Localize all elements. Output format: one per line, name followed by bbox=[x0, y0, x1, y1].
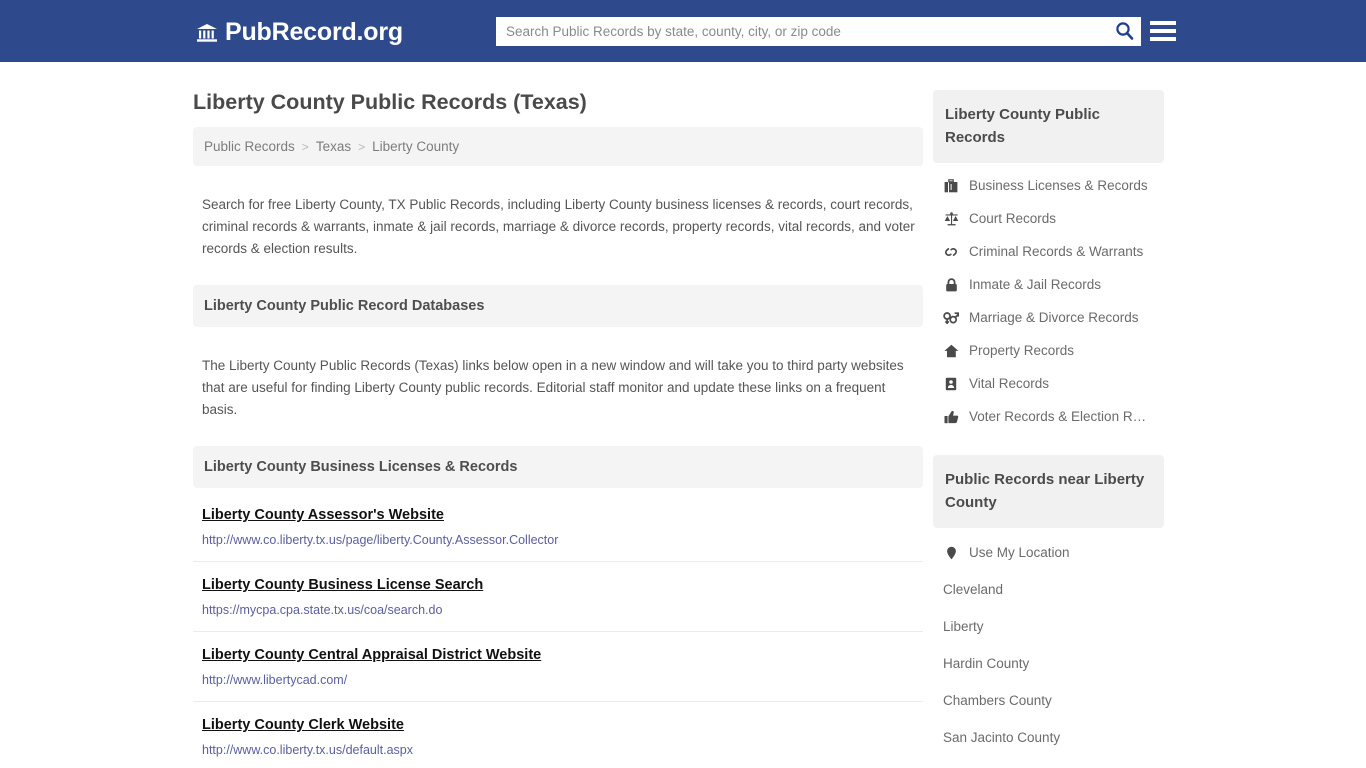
search-button[interactable] bbox=[1107, 18, 1141, 45]
list-item[interactable]: Liberty County Assessor's Website http:/… bbox=[193, 492, 923, 562]
sidebar-item-marriage-divorce[interactable]: Marriage & Divorce Records bbox=[933, 301, 1164, 334]
site-logo-link[interactable]: PubRecord.org bbox=[196, 18, 403, 47]
sidebar-item-label: Marriage & Divorce Records bbox=[969, 310, 1139, 325]
sidebar-item-label: Property Records bbox=[969, 343, 1075, 358]
thumbs-up-icon bbox=[943, 410, 959, 424]
sidebar-item-chambers-county[interactable]: Chambers County bbox=[933, 682, 1164, 719]
record-link-url: https://mycpa.cpa.state.tx.us/coa/search… bbox=[202, 603, 443, 617]
sidebar-records-box: Liberty County Public Records Business L… bbox=[933, 90, 1164, 433]
list-item[interactable]: Liberty County Clerk Website http://www.… bbox=[193, 702, 923, 768]
home-icon bbox=[943, 344, 959, 358]
sidebar-item-label: Liberty bbox=[943, 619, 984, 634]
briefcase-icon bbox=[943, 178, 959, 193]
sidebar-records-list: Business Licenses & Records Court Record… bbox=[933, 163, 1164, 433]
id-card-icon bbox=[943, 377, 959, 391]
site-header: PubRecord.org bbox=[0, 0, 1366, 62]
menu-bar-3 bbox=[1150, 37, 1176, 41]
list-item[interactable]: Liberty County Business License Search h… bbox=[193, 562, 923, 632]
site-logo-text: PubRecord.org bbox=[225, 18, 403, 46]
link-chain-icon bbox=[943, 245, 959, 259]
sidebar-item-cleveland[interactable]: Cleveland bbox=[933, 571, 1164, 608]
menu-bar-1 bbox=[1150, 21, 1176, 25]
venus-mars-icon bbox=[943, 311, 959, 325]
record-link-url: http://www.libertycad.com/ bbox=[202, 673, 348, 687]
sidebar-item-label: Inmate & Jail Records bbox=[969, 277, 1102, 292]
search-icon bbox=[1115, 21, 1134, 43]
sidebar-item-liberty[interactable]: Liberty bbox=[933, 608, 1164, 645]
sidebar-item-san-jacinto-county[interactable]: San Jacinto County bbox=[933, 719, 1164, 756]
sidebar-item-label: Business Licenses & Records bbox=[969, 178, 1148, 193]
record-link-title[interactable]: Liberty County Assessor's Website bbox=[202, 507, 444, 523]
list-item[interactable]: Liberty County Central Appraisal Distric… bbox=[193, 632, 923, 702]
page-body: Liberty County Public Records (Texas) Pu… bbox=[0, 62, 1366, 768]
sidebar-item-property-records[interactable]: Property Records bbox=[933, 334, 1164, 367]
map-pin-icon bbox=[943, 546, 959, 560]
intro-paragraph: Search for free Liberty County, TX Publi… bbox=[202, 196, 915, 256]
sidebar-item-criminal-records[interactable]: Criminal Records & Warrants bbox=[933, 235, 1164, 268]
lock-icon bbox=[943, 277, 959, 292]
sidebar-item-hardin-county[interactable]: Hardin County bbox=[933, 645, 1164, 682]
sidebar-item-label: Cleveland bbox=[943, 582, 1004, 597]
sidebar-item-label: Use My Location bbox=[969, 545, 1070, 560]
menu-bar-2 bbox=[1150, 29, 1176, 33]
breadcrumb-item-texas[interactable]: Texas bbox=[316, 139, 351, 154]
sidebar-item-label: San Jacinto County bbox=[943, 730, 1061, 745]
sidebar-item-label: Court Records bbox=[969, 211, 1057, 226]
section-heading-databases: Liberty County Public Record Databases bbox=[193, 285, 923, 327]
sidebar-item-label: Criminal Records & Warrants bbox=[969, 244, 1144, 259]
sidebar-near-box: Public Records near Liberty County Use M… bbox=[933, 455, 1164, 756]
search-bar bbox=[496, 17, 1141, 46]
sidebar-item-label: Vital Records bbox=[969, 376, 1050, 391]
section-heading-business-licenses: Liberty County Business Licenses & Recor… bbox=[193, 446, 923, 488]
sidebar-records-heading: Liberty County Public Records bbox=[933, 90, 1164, 163]
search-input[interactable] bbox=[496, 18, 1107, 45]
breadcrumb: Public Records > Texas > Liberty County bbox=[193, 127, 923, 166]
sidebar-near-list: Use My Location Cleveland Liberty Hardin… bbox=[933, 528, 1164, 756]
record-link-url: http://www.co.liberty.tx.us/default.aspx bbox=[202, 743, 413, 757]
sidebar-item-label: Hardin County bbox=[943, 656, 1030, 671]
sidebar-near-heading: Public Records near Liberty County bbox=[933, 455, 1164, 528]
breadcrumb-separator-2: > bbox=[358, 139, 366, 154]
databases-paragraph: The Liberty County Public Records (Texas… bbox=[202, 357, 904, 417]
breadcrumb-separator-1: > bbox=[301, 139, 309, 154]
sidebar-item-use-my-location[interactable]: Use My Location bbox=[933, 534, 1164, 571]
record-link-list: Liberty County Assessor's Website http:/… bbox=[193, 492, 923, 768]
bank-columns-icon bbox=[196, 23, 218, 43]
record-link-title[interactable]: Liberty County Business License Search bbox=[202, 577, 483, 593]
record-link-title[interactable]: Liberty County Central Appraisal Distric… bbox=[202, 647, 541, 663]
sidebar-item-voter-records[interactable]: Voter Records & Election R… bbox=[933, 400, 1164, 433]
sidebar-item-vital-records[interactable]: Vital Records bbox=[933, 367, 1164, 400]
hamburger-menu-icon[interactable] bbox=[1150, 18, 1176, 44]
sidebar: Liberty County Public Records Business L… bbox=[933, 62, 1164, 768]
sidebar-item-label: Voter Records & Election R… bbox=[969, 409, 1147, 424]
sidebar-item-inmate-jail[interactable]: Inmate & Jail Records bbox=[933, 268, 1164, 301]
sidebar-top-spacer bbox=[933, 62, 1164, 90]
sidebar-item-business-licenses[interactable]: Business Licenses & Records bbox=[933, 169, 1164, 202]
sidebar-item-label: Chambers County bbox=[943, 693, 1052, 708]
main-column: Liberty County Public Records (Texas) Pu… bbox=[193, 62, 923, 768]
record-link-url: http://www.co.liberty.tx.us/page/liberty… bbox=[202, 533, 559, 547]
breadcrumb-item-liberty-county[interactable]: Liberty County bbox=[372, 139, 459, 154]
page-title: Liberty County Public Records (Texas) bbox=[193, 90, 587, 114]
breadcrumb-item-public-records[interactable]: Public Records bbox=[204, 139, 295, 154]
scales-balance-icon bbox=[943, 211, 959, 226]
sidebar-item-court-records[interactable]: Court Records bbox=[933, 202, 1164, 235]
record-link-title[interactable]: Liberty County Clerk Website bbox=[202, 717, 404, 733]
